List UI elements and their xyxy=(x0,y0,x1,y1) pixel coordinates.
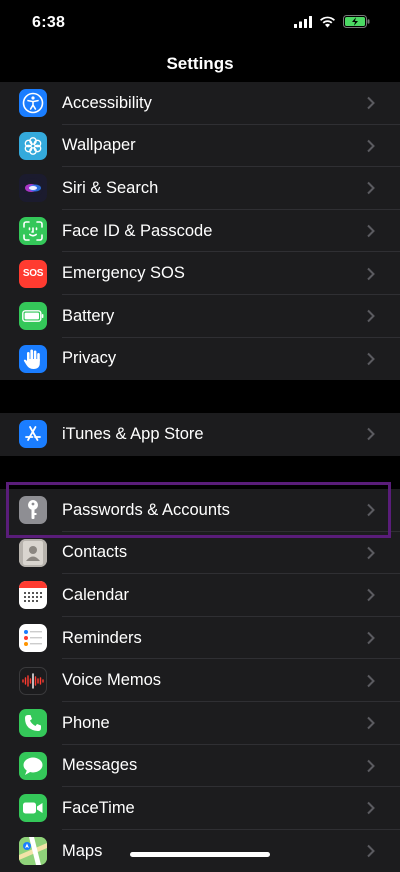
settings-row-siri-search[interactable]: Siri & Search xyxy=(0,167,400,210)
status-icons xyxy=(294,15,370,28)
settings-group-1: Accessibility Wallpaper Siri & Search Fa… xyxy=(0,82,400,381)
row-label: Privacy xyxy=(62,349,117,368)
chevron-right-icon xyxy=(367,352,375,366)
wifi-icon xyxy=(320,16,335,27)
contacts-icon xyxy=(19,538,47,567)
chevron-right-icon xyxy=(367,182,375,195)
settings-row-reminders[interactable]: Reminders xyxy=(0,617,400,660)
chevron-right-icon xyxy=(367,546,375,560)
siri-icon xyxy=(19,174,47,203)
home-indicator[interactable] xyxy=(130,852,270,857)
row-label: Emergency SOS xyxy=(62,264,185,283)
row-label: iTunes & App Store xyxy=(62,424,204,443)
reminders-icon xyxy=(19,624,47,653)
settings-row-face-id[interactable]: Face ID & Passcode xyxy=(0,210,400,253)
voice-memos-icon xyxy=(19,666,47,695)
maps-icon xyxy=(19,837,47,866)
chevron-right-icon xyxy=(367,267,375,280)
settings-row-contacts[interactable]: Contacts xyxy=(0,532,400,575)
chevron-right-icon xyxy=(367,802,375,815)
page-title: Settings xyxy=(166,54,234,73)
row-label: Calendar xyxy=(62,585,129,604)
settings-row-passwords-accounts[interactable]: Passwords & Accounts xyxy=(0,489,400,532)
phone-icon xyxy=(19,709,47,738)
settings-row-voice-memos[interactable]: Voice Memos xyxy=(0,659,400,702)
cellular-signal-icon xyxy=(294,15,312,28)
chevron-right-icon xyxy=(367,674,375,687)
row-label: Accessibility xyxy=(62,93,152,112)
messages-icon xyxy=(19,751,47,780)
accessibility-icon xyxy=(19,89,47,118)
chevron-right-icon xyxy=(367,224,375,238)
chevron-right-icon xyxy=(367,844,375,858)
status-bar: 6:38 xyxy=(0,0,400,46)
battery-icon xyxy=(19,302,47,331)
settings-row-phone[interactable]: Phone xyxy=(0,702,400,745)
chevron-right-icon xyxy=(367,717,375,730)
calendar-icon xyxy=(19,581,47,610)
facetime-icon xyxy=(19,794,47,823)
settings-row-calendar[interactable]: Calendar xyxy=(0,574,400,617)
chevron-right-icon xyxy=(367,139,375,153)
key-icon xyxy=(19,496,47,525)
settings-group-2: iTunes & App Store xyxy=(0,413,400,456)
row-label: Phone xyxy=(62,713,110,732)
settings-group-3: Passwords & Accounts Contacts Calendar R… xyxy=(0,489,400,872)
settings-row-privacy[interactable]: Privacy xyxy=(0,338,400,381)
row-label: Reminders xyxy=(62,628,142,647)
row-label: Contacts xyxy=(62,543,128,562)
chevron-right-icon xyxy=(367,504,375,517)
chevron-right-icon xyxy=(367,310,375,323)
battery-charging-icon xyxy=(343,15,370,28)
settings-row-emergency-sos[interactable]: SOS Emergency SOS xyxy=(0,252,400,295)
row-label: FaceTime xyxy=(62,798,135,817)
row-label: Maps xyxy=(62,841,103,860)
chevron-right-icon xyxy=(367,97,375,110)
sos-icon-text: SOS xyxy=(22,268,44,280)
row-label: Voice Memos xyxy=(62,671,162,690)
privacy-hand-icon xyxy=(19,344,47,373)
nav-bar: Settings xyxy=(0,46,400,84)
app-store-icon xyxy=(19,420,47,449)
chevron-right-icon xyxy=(367,759,375,773)
settings-row-battery[interactable]: Battery xyxy=(0,295,400,338)
row-label: Messages xyxy=(62,756,138,775)
chevron-right-icon xyxy=(367,428,375,441)
settings-row-itunes-app-store[interactable]: iTunes & App Store xyxy=(0,413,400,456)
status-time: 6:38 xyxy=(32,14,66,31)
row-label: Battery xyxy=(62,306,115,325)
face-id-icon xyxy=(19,217,47,246)
sos-icon: SOS xyxy=(19,259,47,288)
row-label: Face ID & Passcode xyxy=(62,221,213,240)
row-label: Wallpaper xyxy=(62,136,136,155)
settings-row-facetime[interactable]: FaceTime xyxy=(0,787,400,830)
settings-row-accessibility[interactable]: Accessibility xyxy=(0,82,400,125)
chevron-right-icon xyxy=(367,631,375,645)
chevron-right-icon xyxy=(367,589,375,602)
wallpaper-icon xyxy=(19,131,47,160)
settings-row-messages[interactable]: Messages xyxy=(0,745,400,788)
row-label: Passwords & Accounts xyxy=(62,500,230,519)
row-label: Siri & Search xyxy=(62,178,159,197)
settings-row-wallpaper[interactable]: Wallpaper xyxy=(0,125,400,168)
